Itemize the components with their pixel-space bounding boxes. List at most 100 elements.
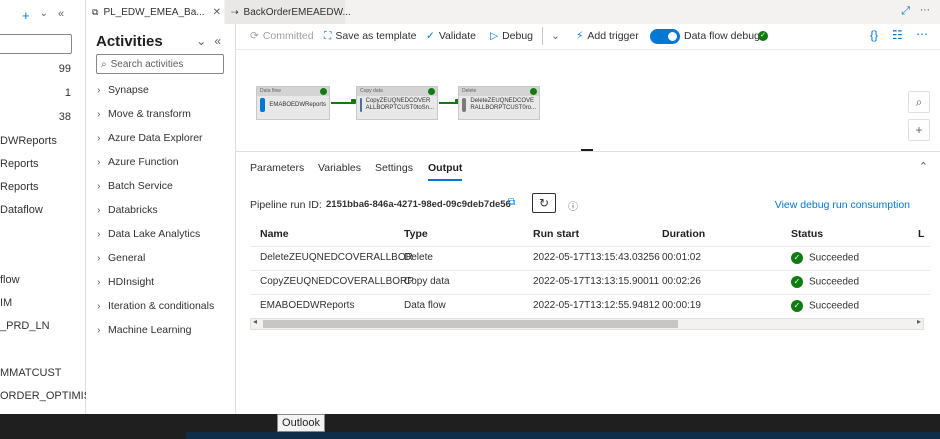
more-icon[interactable]: ⋯ (916, 27, 928, 41)
category-iteration-conditionals[interactable]: › Iteration & conditionals (97, 300, 214, 312)
add-trigger-button[interactable]: ⚡ Add trigger (576, 30, 639, 42)
pipeline-toolbar: ⟳ Committed ⛶ Save as template ✓ Validate ▷… (236, 24, 940, 50)
pipeline-icon: ⧉ (92, 6, 99, 17)
zoom-in-icon[interactable]: + (908, 119, 930, 141)
pipeline-canvas[interactable]: Data flow EMABOEDWReports Copy data Copy… (236, 51, 940, 151)
activity-node-dataflow[interactable]: Data flow EMABOEDWReports (256, 86, 330, 120)
row-run-start: 2022-05-17T13:15:43.03256 (533, 252, 660, 263)
chevron-double-left-icon[interactable]: « (214, 34, 221, 48)
tab-dataflow[interactable]: ⇢ BackOrderEMEAEDW... (225, 0, 351, 24)
committed-button[interactable]: ⟳ Committed (250, 30, 314, 42)
table-row[interactable]: CopyZEUQNEDCOVERALLBORP Copy data 2022-0… (250, 270, 930, 294)
succeeded-icon: ✓ (791, 252, 803, 264)
table-row[interactable]: DeleteZEUQNEDCOVERALLBOR Delete 2022-05-… (250, 246, 930, 270)
copy-data-icon (360, 98, 362, 112)
category-azure-data-explorer[interactable]: › Azure Data Explorer (97, 132, 203, 144)
row-name: CopyZEUQNEDCOVERALLBORP (260, 276, 414, 287)
row-duration: 00:00:19 (662, 300, 701, 311)
refresh-button[interactable]: ↻ (532, 193, 556, 213)
node-name: CopyZEUQNEDCOVER ALLBORPTCUST0toSn... (365, 98, 434, 111)
close-icon[interactable]: ✕ (213, 7, 221, 18)
resource-item[interactable]: flow (0, 274, 20, 286)
template-icon: ⛶ (324, 30, 332, 42)
play-icon: ▷ (490, 30, 499, 42)
dataflow-debug-toggle[interactable] (650, 29, 680, 44)
debug-button[interactable]: ▷ Debug (490, 30, 533, 42)
row-name: EMABOEDWReports (260, 300, 355, 311)
horizontal-scrollbar[interactable]: ◂ ▸ (250, 317, 924, 330)
debug-status-icon: ✓ (758, 30, 768, 42)
tab-output[interactable]: Output (428, 162, 463, 181)
node-name: EMABOEDWReports (269, 101, 326, 108)
activity-node-delete[interactable]: Delete DeleteZEUQNEDCOVE RALLBORPTCUST0r… (458, 86, 540, 120)
chevron-up-icon[interactable]: ⌃ (919, 160, 928, 173)
more-icon[interactable]: ⋯ (920, 5, 930, 16)
outlook-tooltip: Outlook (277, 414, 325, 432)
table-row[interactable]: EMABOEDWReports Data flow 2022-05-17T13:… (250, 294, 930, 318)
row-name: DeleteZEUQNEDCOVERALLBOR (260, 252, 413, 263)
info-icon[interactable]: ⓘ (568, 198, 578, 213)
output-panel: Parameters Variables Settings Output ⌃ P… (236, 151, 940, 414)
node-type: Data flow (257, 87, 329, 96)
search-activities-input[interactable]: ⌕ Search activities (96, 54, 224, 74)
chevron-double-left-icon[interactable]: « (58, 8, 64, 23)
column-header-name: Name (260, 228, 289, 240)
category-move-transform[interactable]: › Move & transform (97, 108, 191, 120)
scroll-thumb[interactable] (263, 320, 678, 328)
category-data-lake-analytics[interactable]: › Data Lake Analytics (97, 228, 200, 240)
chevron-right-icon: › (97, 180, 101, 192)
resource-item[interactable]: Reports (0, 181, 39, 193)
expand-icon[interactable]: ⤢ (901, 5, 910, 18)
delete-icon (462, 98, 467, 112)
row-type: Delete (404, 252, 433, 263)
resource-item[interactable]: ORDER_OPTIMISE (0, 390, 98, 402)
chevron-right-icon: › (97, 300, 101, 312)
resource-item[interactable]: MMATCUST (0, 367, 62, 379)
zoom-search-icon[interactable]: ⌕ (908, 91, 930, 113)
tab-settings[interactable]: Settings (375, 162, 413, 174)
add-icon[interactable]: + (22, 8, 30, 23)
scroll-left-icon[interactable]: ◂ (253, 317, 257, 326)
activities-panel: Activities ⌄ « ⌕ Search activities › Syna… (86, 24, 236, 414)
pipeline-run-id: 2151bba6-846a-4271-98ed-09c9deb7de56 (326, 199, 511, 210)
commit-icon: ⟳ (250, 30, 259, 42)
succeeded-icon: ✓ (791, 276, 803, 288)
category-machine-learning[interactable]: › Machine Learning (97, 324, 191, 336)
divider (542, 27, 543, 45)
view-consumption-link[interactable]: View debug run consumption (775, 199, 910, 211)
pipeline-run-id-label: Pipeline run ID: (250, 199, 322, 211)
properties-icon[interactable]: ☷ (892, 28, 903, 42)
category-azure-function[interactable]: › Azure Function (97, 156, 179, 168)
resource-item[interactable]: _PRD_LN (0, 320, 50, 332)
validate-button[interactable]: ✓ Validate (426, 30, 476, 42)
dataflows-count: 38 (58, 111, 71, 123)
collapse-icon[interactable]: ⌄ (196, 34, 206, 48)
row-type: Copy data (404, 276, 450, 287)
tab-variables[interactable]: Variables (318, 162, 361, 174)
filter-input[interactable] (0, 34, 72, 54)
tab-label: PL_EDW_EMEA_Ba... (103, 6, 205, 18)
chevron-down-icon[interactable]: ⌄ (551, 30, 560, 42)
category-general[interactable]: › General (97, 252, 145, 264)
resource-item[interactable]: Dataflow (0, 204, 43, 216)
tab-parameters[interactable]: Parameters (250, 162, 304, 174)
resource-item[interactable]: Reports (0, 158, 39, 170)
tab-pipeline[interactable]: ⧉ PL_EDW_EMEA_Ba... ✕ (86, 0, 224, 24)
save-as-template-button[interactable]: ⛶ Save as template (324, 30, 417, 43)
code-icon[interactable]: {} (870, 28, 878, 42)
category-hdinsight[interactable]: › HDInsight (97, 276, 154, 288)
activity-node-copy[interactable]: Copy data CopyZEUQNEDCOVER ALLBORPTCUST0… (356, 86, 438, 120)
column-header-truncated: L (918, 228, 925, 240)
row-status: ✓ Succeeded (791, 252, 859, 264)
category-databricks[interactable]: › Databricks (97, 204, 158, 216)
category-batch-service[interactable]: › Batch Service (97, 180, 173, 192)
category-synapse[interactable]: › Synapse (97, 84, 149, 96)
collapse-all-icon[interactable]: ⌄ (40, 8, 48, 23)
node-type: Delete (459, 87, 539, 96)
node-name: DeleteZEUQNEDCOVE RALLBORPTCUST0ro... (470, 98, 536, 111)
scroll-right-icon[interactable]: ▸ (917, 317, 921, 326)
copy-icon[interactable]: ⧉ (508, 197, 515, 208)
node-type: Copy data (357, 87, 437, 96)
resource-item[interactable]: DWReports (0, 135, 57, 147)
resource-item[interactable]: IM (0, 297, 12, 309)
